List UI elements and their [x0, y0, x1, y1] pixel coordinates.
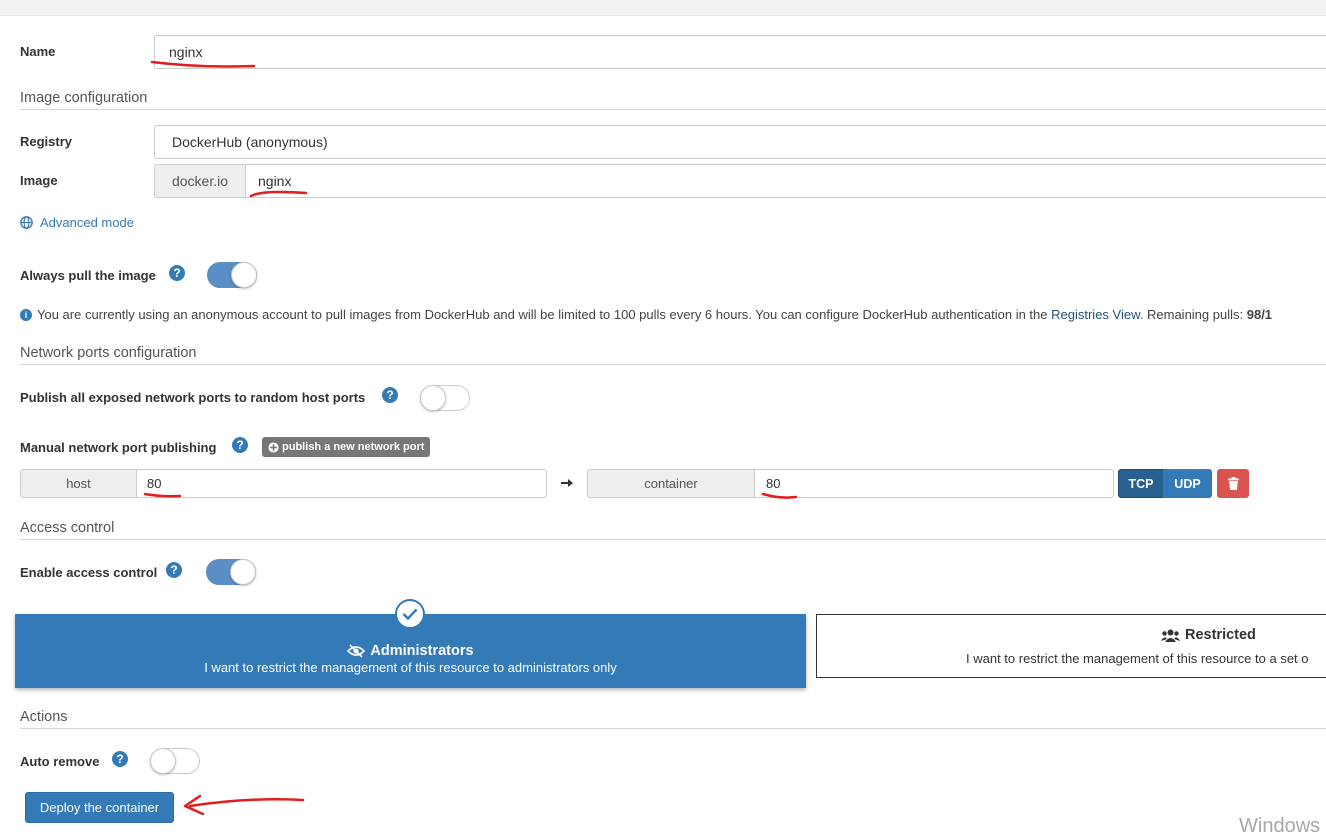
annotation-layer	[143, 60, 798, 816]
annotation-underline-container	[761, 492, 798, 499]
annotation-arrow	[183, 794, 305, 816]
annotation-underline-image	[249, 190, 308, 198]
annotation-underline-host	[143, 492, 182, 498]
annotation-underline-name	[150, 60, 256, 68]
